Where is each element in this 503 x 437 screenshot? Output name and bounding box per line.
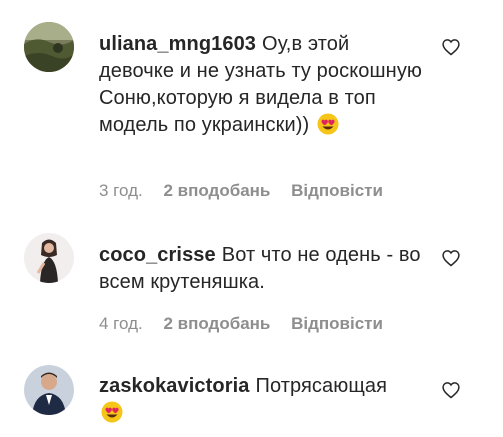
- heart-eyes-emoji-icon: [101, 401, 123, 428]
- user-avatar[interactable]: [24, 22, 74, 72]
- comment-time[interactable]: 4 год.: [99, 314, 143, 333]
- comment-text: uliana_mng1603 Оу,в этой девочке и не узн…: [99, 31, 429, 143]
- like-heart-icon[interactable]: [441, 37, 461, 57]
- comment-text: coco_crisse Вот что не одень - во всем кр…: [99, 242, 429, 296]
- comment-time[interactable]: 3 год.: [99, 181, 143, 200]
- comment-username[interactable]: coco_crisse: [99, 244, 216, 266]
- user-avatar[interactable]: [24, 233, 74, 283]
- comment-text: zaskokavictoria Потрясающая: [99, 373, 429, 400]
- man-avatar-icon: [24, 365, 74, 415]
- landscape-avatar-icon: [24, 22, 74, 72]
- heart-eyes-emoji-icon: [317, 113, 339, 143]
- comment-username[interactable]: uliana_mng1603: [99, 33, 256, 55]
- reply-button[interactable]: Відповісти: [291, 181, 383, 200]
- comment-meta: 4 год. 2 вподобань Відповісти: [99, 314, 399, 334]
- comment-username[interactable]: zaskokavictoria: [99, 375, 249, 397]
- reply-button[interactable]: Відповісти: [291, 314, 383, 333]
- comment-likes[interactable]: 2 вподобань: [163, 181, 270, 200]
- like-heart-icon[interactable]: [441, 380, 461, 400]
- comment-meta: 3 год. 2 вподобань Відповісти: [99, 181, 399, 201]
- comment-likes[interactable]: 2 вподобань: [163, 314, 270, 333]
- like-heart-icon[interactable]: [441, 248, 461, 268]
- woman-avatar-icon: [24, 233, 74, 283]
- user-avatar[interactable]: [24, 365, 74, 415]
- comment-body: Потрясающая: [255, 375, 388, 397]
